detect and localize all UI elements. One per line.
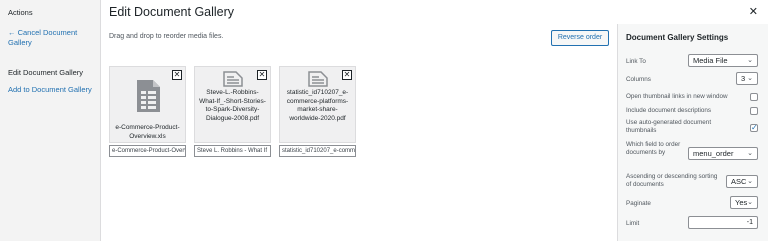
sort-dir-select[interactable]: ASC ⌄ xyxy=(726,175,758,188)
columns-value: 3 xyxy=(741,74,746,83)
order-field-select[interactable]: menu_order ⌄ xyxy=(688,147,758,160)
new-window-checkbox[interactable] xyxy=(750,93,758,101)
link-to-select[interactable]: Media File ⌄ xyxy=(688,54,758,67)
menu-heading: Actions xyxy=(8,8,33,17)
attachment-item[interactable]: Steve-L.-Robbins-What-If_-Short-Stories-… xyxy=(194,66,271,157)
caption-input[interactable]: e-Commerce-Product-Overview xyxy=(109,145,186,157)
chevron-down-icon: ⌄ xyxy=(747,178,753,185)
close-icon[interactable]: ✕ xyxy=(749,5,758,18)
settings-heading: Document Gallery Settings xyxy=(626,33,729,42)
cancel-gallery-link[interactable]: ← Cancel Document Gallery xyxy=(8,28,94,48)
instructions-text: Drag and drop to reorder media files. xyxy=(109,33,224,40)
caption-input[interactable]: Steve L. Robbins - What If xyxy=(194,145,271,157)
attachment-item[interactable]: statistic_id710207_e-commerce-platforms-… xyxy=(279,66,356,157)
paginate-value: Yes xyxy=(735,198,748,207)
reverse-order-button[interactable]: Reverse order xyxy=(551,30,609,46)
include-desc-label: Include document descriptions xyxy=(626,107,712,114)
link-to-row: Link To Media File ⌄ xyxy=(626,54,758,68)
columns-label: Columns xyxy=(626,76,651,83)
attachment-thumbnail[interactable]: statistic_id710207_e-commerce-platforms-… xyxy=(279,66,356,143)
caption-input[interactable]: statistic_id710207_e-commerce xyxy=(279,145,356,157)
chevron-down-icon: ⌄ xyxy=(747,199,753,206)
auto-thumbs-checkbox[interactable]: ✓ xyxy=(750,123,758,132)
sort-dir-label: Ascending or descending sorting of docum… xyxy=(626,173,718,188)
include-desc-row: Include document descriptions xyxy=(626,106,758,116)
attachment-title: statistic_id710207_e-commerce-platforms-… xyxy=(286,89,349,122)
add-to-gallery-link[interactable]: Add to Document Gallery xyxy=(8,85,94,95)
sort-dir-row: Ascending or descending sorting of docum… xyxy=(626,173,758,191)
remove-icon[interactable]: ✕ xyxy=(257,70,267,80)
spreadsheet-icon xyxy=(137,80,160,112)
attachment-thumbnail[interactable]: Steve-L.-Robbins-What-If_-Short-Stories-… xyxy=(194,66,271,143)
order-field-label: Which field to order documents by xyxy=(626,141,681,156)
remove-icon[interactable]: ✕ xyxy=(172,70,182,80)
document-icon xyxy=(308,71,328,87)
paginate-row: Paginate Yes ⌄ xyxy=(626,196,758,210)
auto-thumbs-label: Use auto-generated document thumbnails xyxy=(626,119,712,134)
auto-thumbs-row: Use auto-generated document thumbnails ✓ xyxy=(626,119,758,135)
new-window-label: Open thumbnail links in new window xyxy=(626,93,728,100)
columns-select[interactable]: 3 ⌄ xyxy=(736,72,758,85)
sort-dir-value: ASC xyxy=(731,177,747,186)
attachment-title: e-Commerce-Product-Overview.xls xyxy=(115,124,180,140)
chevron-down-icon: ⌄ xyxy=(747,57,753,64)
document-icon xyxy=(223,71,243,87)
gallery-settings-panel: Document Gallery Settings Link To Media … xyxy=(617,24,768,241)
media-menu: Actions ← Cancel Document Gallery Edit D… xyxy=(0,0,101,241)
paginate-select[interactable]: Yes ⌄ xyxy=(730,196,758,209)
include-desc-checkbox[interactable] xyxy=(750,107,758,115)
new-window-row: Open thumbnail links in new window xyxy=(626,92,758,102)
link-to-label: Link To xyxy=(626,58,646,65)
attachment-item[interactable]: e-Commerce-Product-Overview.xls ✕ e-Comm… xyxy=(109,66,186,157)
link-to-value: Media File xyxy=(693,56,728,65)
columns-row: Columns 3 ⌄ xyxy=(626,72,758,86)
gallery-main: Drag and drop to reorder media files. Re… xyxy=(101,24,617,241)
checkmark-icon: ✓ xyxy=(751,123,758,132)
page-title: Edit Document Gallery xyxy=(109,5,235,19)
order-field-row: Which field to order documents by menu_o… xyxy=(626,141,758,165)
order-field-value: menu_order xyxy=(693,149,734,158)
limit-input[interactable]: -1 xyxy=(688,216,758,229)
chevron-down-icon: ⌄ xyxy=(747,75,753,82)
chevron-down-icon: ⌄ xyxy=(747,150,753,157)
remove-icon[interactable]: ✕ xyxy=(342,70,352,80)
paginate-label: Paginate xyxy=(626,200,651,207)
attachment-thumbnail[interactable]: e-Commerce-Product-Overview.xls ✕ xyxy=(109,66,186,143)
limit-label: Limit xyxy=(626,220,640,227)
menu-item-edit-gallery[interactable]: Edit Document Gallery xyxy=(8,68,83,77)
attachment-title: Steve-L.-Robbins-What-If_-Short-Stories-… xyxy=(199,89,266,122)
limit-row: Limit -1 xyxy=(626,216,758,230)
